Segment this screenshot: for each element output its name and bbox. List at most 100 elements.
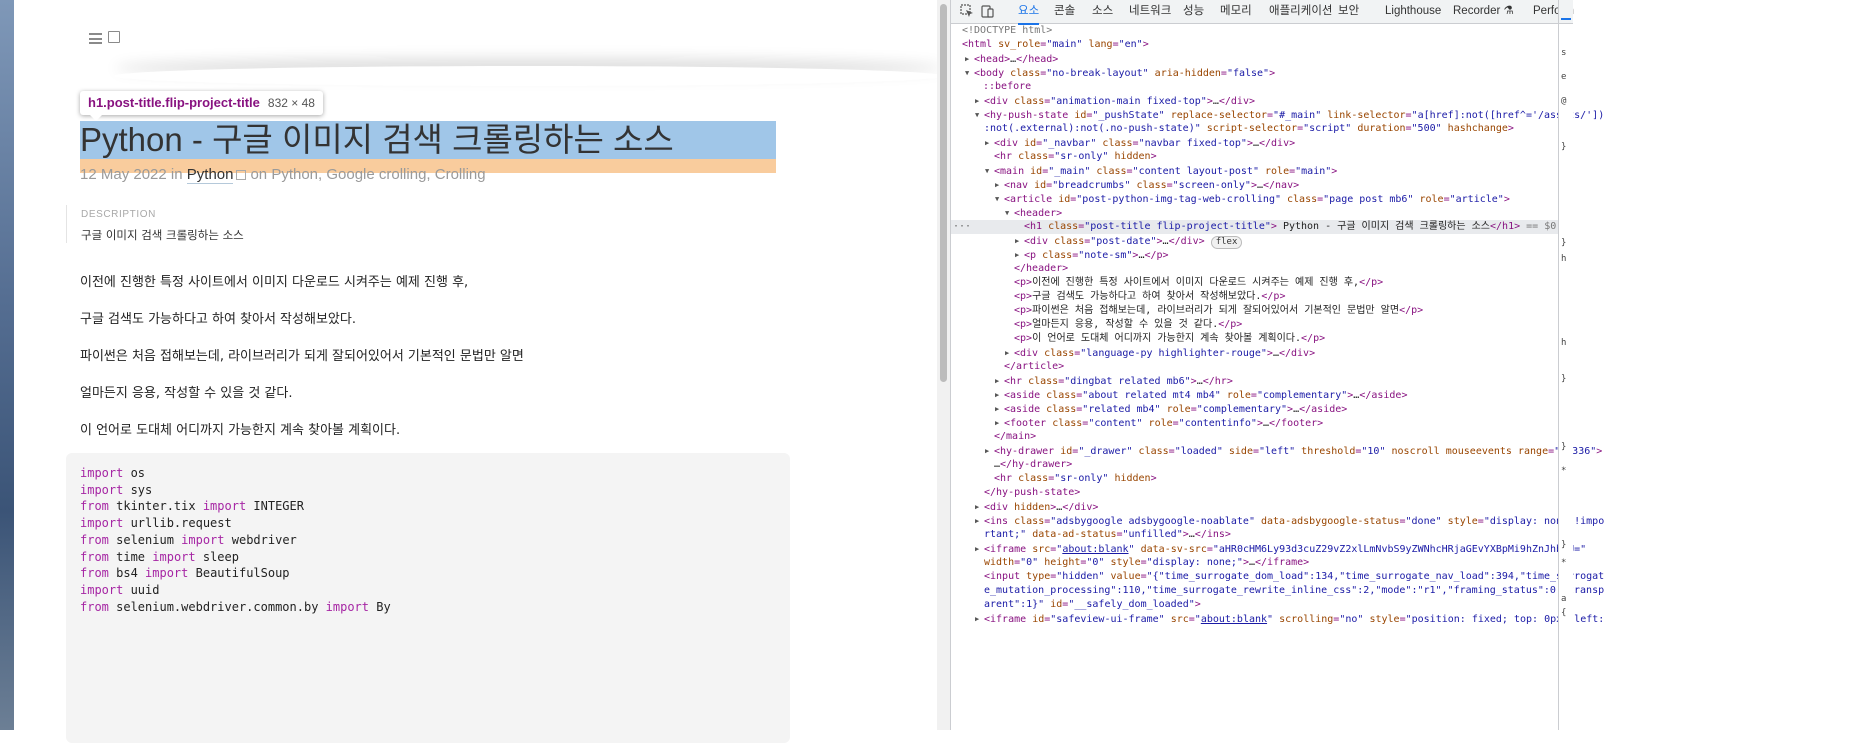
flex-badge[interactable]: flex [1210,236,1243,249]
tree-node[interactable]: <!DOCTYPE html> [962,24,1052,38]
tree-node-continued: width="0" height="0" style="display: non… [984,557,1310,568]
tree-node[interactable]: ▼ <article id="post-python-img-tag-web-cr… [995,192,1510,206]
tree-node[interactable]: ▶ <div class="post-date">…</div> flex [1015,234,1243,249]
tab-security[interactable]: 보안 [1338,0,1359,23]
desktop-background-strip [0,0,14,730]
navbar-shadow [114,66,944,86]
devtools-tabbar: 요소 콘솔 소스 네트워크 성능 메모리 애플리케이션 보안 Lighthous… [951,0,1574,25]
paragraph: 이전에 진행한 특정 사이트에서 이미지 다운로드 시켜주는 예제 진행 후, [80,275,469,290]
tree-node[interactable]: ▼ <main id="_main" class="content layout-… [985,164,1337,178]
tab-lighthouse[interactable]: Lighthouse [1385,0,1441,23]
description-label: DESCRIPTION [81,209,156,220]
tree-node[interactable]: </hy-push-state> [984,486,1080,500]
paragraph: 구글 검색도 가능하다고 하여 찾아서 작성해보았다. [80,312,356,327]
tree-node[interactable]: </main> [994,430,1036,444]
page-scrollbar-thumb[interactable] [940,4,947,382]
tree-node[interactable]: <html sv_role="main" lang="en"> [962,38,1149,52]
tree-node[interactable]: ▶ <div id="_navbar" class="navbar fixed-t… [985,136,1295,150]
styles-sidebar: s e @ } } h h } } * } * a { [1559,0,1573,730]
more-options-icon[interactable]: ··· [953,220,971,234]
tree-node-continued: rtant;" data-ad-status="unfilled">…</ins… [984,529,1231,540]
tree-node[interactable]: <p>구글 검색도 가능하다고 하여 찾아서 작성해보았다.</p> [1014,290,1285,304]
tree-node[interactable]: </header> [1014,262,1068,276]
description-text: 구글 이미지 검색 크롤링하는 소스 [81,228,244,242]
tree-node[interactable]: ▶ <div hidden>…</div> [975,500,1098,514]
tab-recorder-label: Recorder [1453,5,1501,17]
tree-node[interactable]: <input type="hidden" value="{"time_surro… [984,570,1604,584]
tree-node[interactable]: ▶ <hy-drawer id="_drawer" class="loaded" … [985,444,1602,458]
post-date-text: 12 May 2022 [80,166,167,183]
tab-performance[interactable]: 성능 [1183,0,1204,23]
tree-node[interactable]: ▶ <ins class="adsbygoogle adsbygoogle-noa… [975,514,1604,528]
tree-node[interactable]: <p>파이썬은 처음 접해보는데, 라이브러리가 되게 잘되어있어서 기본적인 … [1014,304,1423,318]
tree-node[interactable]: <hr class="sr-only" hidden> [994,472,1157,486]
tab-recorder[interactable]: Recorder ⚗ [1453,0,1514,23]
sidebar-glyph: { [1561,608,1567,618]
description-block: DESCRIPTION 구글 이미지 검색 크롤링하는 소스 [66,205,244,243]
tree-node[interactable]: <p>얼마든지 응용, 작성할 수 있을 것 같다.</p> [1014,318,1242,332]
tree-node[interactable]: <hr class="sr-only" hidden> [994,150,1157,164]
tab-console[interactable]: 콘솔 [1054,0,1075,23]
elements-tree: <!DOCTYPE html> <html sv_role="main" lan… [951,24,1604,730]
styles-tab[interactable] [1559,0,1573,24]
tree-node[interactable]: ▶ <nav id="breadcrumbs" class="screen-onl… [995,178,1299,192]
tab-application[interactable]: 애플리케이션 [1269,0,1332,23]
tree-node[interactable]: ▶ <p class="note-sm">…</p> [1015,248,1169,262]
tab-sources[interactable]: 소스 [1092,0,1113,23]
sidebar-glyph: } [1561,142,1567,152]
tree-node[interactable]: ▼ <body class="no-break-layout" aria-hidd… [965,66,1275,80]
sidebar-glyph: * [1561,558,1567,568]
device-toolbar-icon[interactable] [981,4,995,18]
tree-node-continued: e_mutation_processing":110,"time_surroga… [984,585,1605,596]
post-date-in: in [170,166,183,183]
page-scrollbar[interactable] [937,0,950,730]
tree-node[interactable]: ::before [983,80,1031,94]
post-tags: on Python, Google crolling, Crolling [250,166,486,183]
tree-node[interactable]: </article> [1004,360,1064,374]
inspect-element-icon[interactable] [960,4,974,18]
sidebar-glyph: h [1561,338,1567,348]
tree-node[interactable]: ▶ <iframe id="safeview-ui-frame" src="abo… [975,612,1604,626]
tree-node[interactable]: ▼ <hy-push-state id="_pushState" replace-… [975,108,1604,122]
tree-node[interactable]: ▶ <hr class="dingbat related mb6">…</hr> [995,374,1233,388]
sidebar-glyph: } [1561,374,1567,384]
tree-node[interactable]: ▶ <aside class="related mb4" role="comple… [995,402,1347,416]
tree-node[interactable]: <p>이 언어로 도대체 어디까지 가능한지 계속 찾아볼 계획이다.</p> [1014,332,1325,346]
tooltip-size: 832 × 48 [267,96,315,110]
flask-icon: ⚗ [1503,5,1514,17]
devtools-panel: 요소 콘솔 소스 네트워크 성능 메모리 애플리케이션 보안 Lighthous… [950,0,1872,730]
tooltip-selector: h1.post-title.flip-project-title [88,95,260,110]
tree-node[interactable]: ▶ <head>…</head> [965,52,1058,66]
paragraph: 얼마든지 응용, 작성할 수 있을 것 같다. [80,386,293,401]
category-link[interactable]: Python [186,166,234,184]
tree-node-continued: :not(.external):not(.no-push-state)" scr… [984,123,1514,134]
sidebar-glyph: e [1561,72,1567,82]
inspect-tooltip: h1.post-title.flip-project-title 832 × 48 [80,91,323,121]
post-date: 12 May 2022 in Python on Python, Google c… [80,166,486,184]
tree-node[interactable]: ▶ <iframe src="about:blank" data-sv-src="… [975,542,1586,556]
sidebar-glyph: } [1561,238,1567,248]
external-link-icon[interactable] [108,31,120,43]
tree-node[interactable]: <p>이전에 진행한 특정 사이트에서 이미지 다운로드 시켜주는 예제 진행 … [1014,276,1383,290]
tab-memory[interactable]: 메모리 [1220,0,1252,23]
sidebar-glyph: } [1561,442,1567,452]
tree-node[interactable]: ▶ <aside class="about related mt4 mb4" ro… [995,388,1407,402]
sidebar-glyph: } [1561,540,1567,550]
tree-node[interactable]: ▶ <div class="animation-main fixed-top">…… [975,94,1255,108]
sidebar-glyph: a [1561,594,1567,604]
tree-node[interactable]: ▼ <header> [1005,206,1062,220]
paragraph: 이 언어로 도대체 어디까지 가능한지 계속 찾아볼 계획이다. [80,423,401,438]
sidebar-glyph: s [1561,48,1567,58]
tree-node-continued: …</hy-drawer> [994,459,1073,470]
tab-elements[interactable]: 요소 [1018,0,1040,25]
tab-network[interactable]: 네트워크 [1129,0,1171,23]
sidebar-glyph: h [1561,254,1567,264]
tree-node-continued: arent":1}" id="__safely_dom_loaded"> [984,599,1201,610]
tree-node[interactable]: ▶ <div class="language-py highlighter-rou… [1005,346,1315,360]
code-text: import os import sys from tkinter.tix im… [80,466,391,614]
external-link-icon [236,169,247,180]
tree-node[interactable]: ▶ <footer class="content" role="contentin… [995,416,1323,430]
sidebar-glyph: @ [1561,96,1567,106]
tree-node-selected[interactable]: ··· <h1 class="post-title flip-project-ti… [951,220,1558,234]
menu-icon[interactable] [89,33,102,44]
